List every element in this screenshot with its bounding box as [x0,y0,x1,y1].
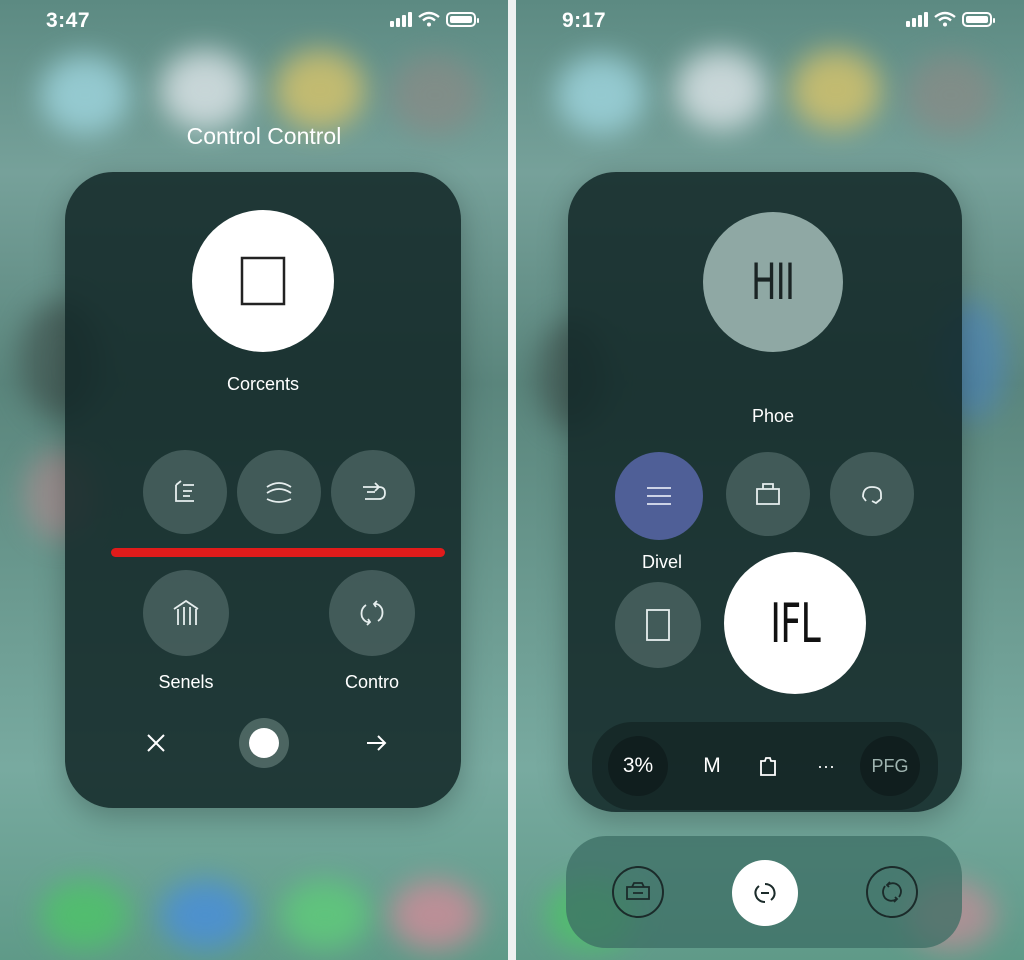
wifi-icon [418,11,440,27]
control-panel: Corcents Senels Contro [65,172,461,808]
main-label: Corcents [226,374,300,394]
blurred-app-icon [556,55,646,135]
signal-bars-icon [173,599,199,625]
wave-icon [266,482,292,503]
blurred-app-icon [160,50,250,130]
headphones-icon [862,486,882,505]
blurred-app-icon [791,50,881,130]
pfg-button[interactable]: PFG [860,736,920,796]
phone-label: Phoe [751,406,795,426]
status-time: 3:47 [46,9,91,32]
more-button[interactable]: ··· [806,736,846,796]
repeat-icon [363,482,386,500]
rotate-icon [754,883,776,903]
senels-button[interactable] [143,570,229,656]
home-button[interactable] [239,718,289,768]
close-icon [147,734,165,752]
progress-line [111,548,445,557]
clipboard-button[interactable] [748,736,788,796]
blurred-dock-icon [160,880,250,950]
blurred-app-icon [676,50,766,130]
briefcase-button[interactable] [726,452,810,536]
phone-screen-right: 9:17 HII Phoe Divel IFL 3% M ··· PFG [516,0,1024,960]
battery-icon [962,11,995,27]
repeat-button[interactable] [331,450,415,534]
headphones-button[interactable] [830,452,914,536]
rectangle-icon [646,609,670,641]
rotate-button[interactable] [732,860,798,926]
cellular-signal-icon [906,11,928,27]
blurred-app-icon [275,50,365,130]
list-button[interactable] [143,450,227,534]
screen-divider [508,0,516,960]
refresh-icon [882,881,902,903]
lower-dock [566,836,962,948]
divel-label: Divel [641,552,682,572]
sync-icon [360,600,384,626]
blurred-dock-icon [40,880,130,950]
control-panel: HII Phoe Divel IFL 3% M ··· PFG [568,172,962,812]
home-dot-icon [249,728,279,758]
battery-icon [446,11,479,27]
cellular-signal-icon [390,11,412,27]
forward-button[interactable] [359,726,393,760]
close-button[interactable] [139,726,173,760]
menu-lines-icon [647,487,671,505]
blurred-dock-icon [280,880,370,950]
status-icons [906,11,995,27]
list-icon [175,480,194,502]
wave-button[interactable] [237,450,321,534]
contro-button[interactable] [329,570,415,656]
hii-button[interactable]: HII [703,212,843,352]
briefcase-icon [756,483,780,505]
page-title: Control Control [186,123,342,149]
stop-square-icon [240,256,286,306]
hii-text: HII [751,253,795,311]
blurred-dock-icon [390,880,480,950]
clipboard-icon [760,757,776,776]
stop-button[interactable] [192,210,334,352]
percent-button[interactable]: 3% [608,736,668,796]
m-button[interactable]: M [692,736,732,796]
rectangle-button[interactable] [615,582,701,668]
wifi-icon [934,11,956,27]
phone-screen-left: 3:47 Control Control Corcents Senels Con… [0,0,508,960]
arrow-right-icon [367,735,387,751]
bottom-toolbar: 3% M ··· PFG [592,722,938,810]
refresh-button[interactable] [866,866,918,918]
ifl-button[interactable]: IFL [724,552,866,694]
ifl-text: IFL [770,591,820,655]
senels-label: Senels [158,672,214,692]
menu-button[interactable] [615,452,703,540]
contro-label: Contro [344,672,400,692]
camera-button[interactable] [612,866,664,918]
status-time: 9:17 [562,9,607,32]
status-icons [390,11,479,27]
camera-icon [626,882,650,900]
blurred-app-icon [906,55,996,135]
